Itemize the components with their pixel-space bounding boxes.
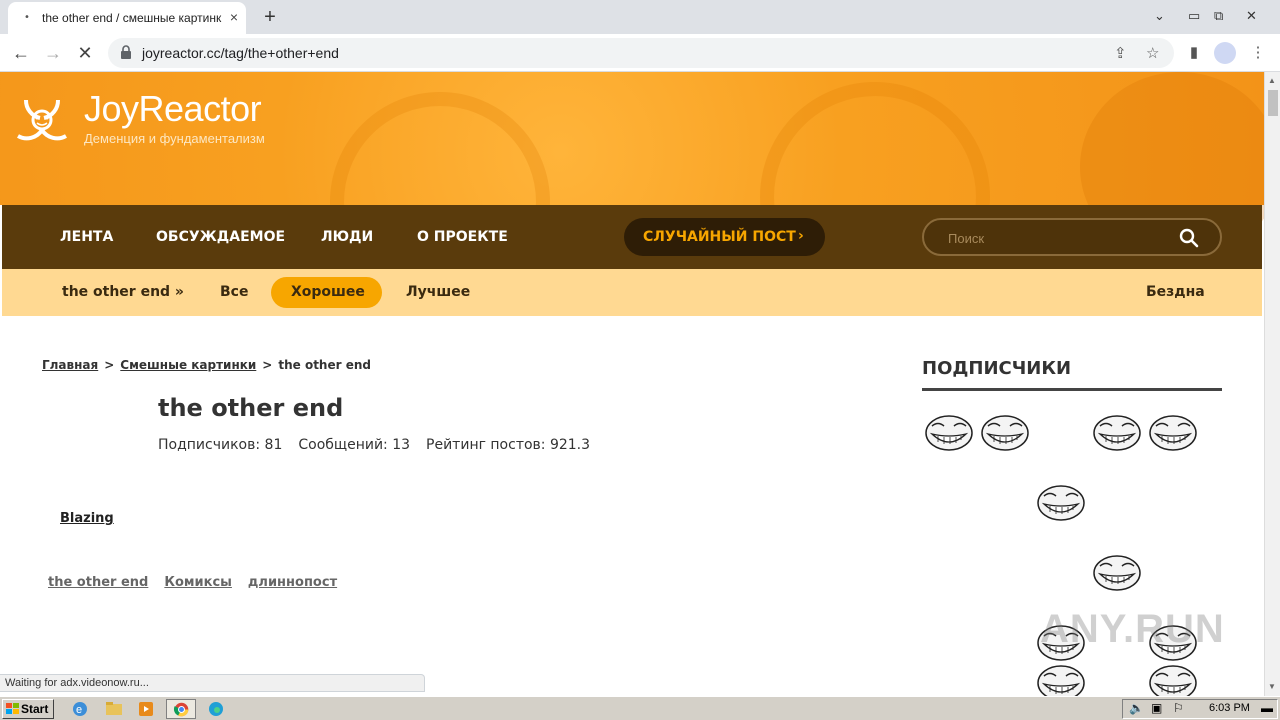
nav-people[interactable]: ЛЮДИ <box>321 229 373 245</box>
browser-tabstrip: • the other end / смешные картинки × + ⌄… <box>0 0 1280 34</box>
nav-discussed[interactable]: ОБСУЖДАЕМОЕ <box>156 229 285 245</box>
subscribers-count: Подписчиков: 81 <box>158 437 283 453</box>
trollface-icon[interactable] <box>1036 662 1086 696</box>
nav-about[interactable]: О ПРОЕКТЕ <box>417 229 508 245</box>
url-text: joyreactor.cc/tag/the+other+end <box>142 45 339 61</box>
trollface-icon[interactable] <box>1036 482 1086 522</box>
trollface-icon[interactable] <box>1148 412 1198 452</box>
scroll-up-arrow-icon[interactable]: ▲ <box>1268 76 1276 85</box>
trollface-icon[interactable] <box>1092 552 1142 592</box>
heading-divider <box>922 388 1222 391</box>
side-panel-icon[interactable]: ▮ <box>1184 43 1204 63</box>
site-header: JoyReactor Деменция и фундаментализм <box>0 72 1264 312</box>
scroll-down-arrow-icon[interactable]: ▼ <box>1268 682 1276 691</box>
tag-link[interactable]: длиннопост <box>248 575 337 590</box>
new-tab-button[interactable]: + <box>258 5 282 29</box>
profile-avatar-icon[interactable] <box>1214 42 1236 64</box>
breadcrumb-home[interactable]: Главная <box>42 358 98 372</box>
edge-icon[interactable] <box>204 699 228 719</box>
explorer-folder-icon[interactable] <box>102 699 126 719</box>
chevron-right-icon: › <box>798 228 804 244</box>
subnav-all[interactable]: Все <box>220 284 248 300</box>
biohazard-smile-logo-icon[interactable] <box>6 86 78 154</box>
volume-icon[interactable]: 🔈 <box>1129 701 1144 715</box>
subnav-abyss[interactable]: Бездна <box>1146 284 1205 300</box>
tag-stats: Подписчиков: 81 Сообщений: 13 Рейтинг пост… <box>158 437 606 453</box>
start-button[interactable]: Start <box>2 699 54 719</box>
breadcrumb-current: the other end <box>278 358 371 372</box>
tab-title: the other end / смешные картинки <box>42 11 222 25</box>
breadcrumb: Главная > Смешные картинки > the other end <box>42 358 371 372</box>
windows-flag-icon <box>6 703 19 714</box>
sub-nav: the other end » Все Хорошее Лучшее Бездн… <box>2 269 1262 316</box>
trollface-icon[interactable] <box>924 412 974 452</box>
chrome-taskbar-button[interactable] <box>166 699 196 719</box>
stop-loading-icon[interactable]: ✕ <box>74 42 96 64</box>
subnav-good[interactable]: Хорошее <box>291 284 365 300</box>
search-input[interactable] <box>948 229 1168 247</box>
trollface-icon[interactable] <box>1092 412 1142 452</box>
system-tray: 🔈 ▣ ⚐ 6:03 PM ▬ <box>1122 699 1278 719</box>
breadcrumb-separator: > <box>262 358 273 372</box>
media-player-icon[interactable] <box>134 699 158 719</box>
main-nav: ЛЕНТА ОБСУЖДАЕМОЕ ЛЮДИ О ПРОЕКТЕ СЛУЧАЙН… <box>2 205 1262 269</box>
forward-arrow-icon[interactable]: → <box>42 42 64 64</box>
action-center-flag-icon[interactable]: ⚐ <box>1173 701 1184 715</box>
show-desktop-icon[interactable]: ▬ <box>1261 701 1273 715</box>
ie-icon[interactable]: e <box>68 699 92 719</box>
subscribers-heading: ПОДПИСЧИКИ <box>922 358 1072 379</box>
posts-rating: Рейтинг постов: 921.3 <box>426 437 591 453</box>
tab-search-chevron-icon[interactable]: ⌄ <box>1154 8 1165 24</box>
clock: 6:03 PM <box>1209 702 1250 714</box>
site-tagline: Деменция и фундаментализм <box>84 131 265 146</box>
subnav-tag-link[interactable]: the other end » <box>62 284 184 300</box>
scrollbar-thumb[interactable] <box>1268 90 1278 116</box>
minimize-icon[interactable]: ▭ <box>1188 8 1200 24</box>
menu-kebab-icon[interactable]: ⋮ <box>1248 43 1268 63</box>
subnav-best[interactable]: Лучшее <box>406 284 470 300</box>
page-viewport: JoyReactor Деменция и фундаментализм ЛЕН… <box>0 72 1264 696</box>
anyrun-watermark: ANY.RUN <box>1040 607 1225 651</box>
blazing-link[interactable]: Blazing <box>60 511 114 526</box>
window-close-icon[interactable]: ✕ <box>1246 8 1257 24</box>
random-post-button[interactable]: СЛУЧАЙНЫЙ ПОСТ › <box>624 218 825 256</box>
breadcrumb-separator: > <box>104 358 115 372</box>
tab-favicon-icon: • <box>24 12 30 23</box>
share-icon[interactable]: ⇪ <box>1114 44 1127 62</box>
breadcrumb-section[interactable]: Смешные картинки <box>120 358 256 372</box>
post-tags: the other end Комиксы длиннопост <box>48 575 353 590</box>
taskbar: Start e 🔈 ▣ ⚐ 6:03 PM ▬ <box>0 696 1280 720</box>
bookmark-star-icon[interactable]: ☆ <box>1146 44 1159 62</box>
start-label: Start <box>21 702 49 716</box>
restore-icon[interactable]: ⧉ <box>1214 8 1223 24</box>
address-bar[interactable]: joyreactor.cc/tag/the+other+end ⇪ ☆ <box>108 38 1174 68</box>
tag-link[interactable]: Комиксы <box>164 575 232 590</box>
posts-count: Сообщений: 13 <box>298 437 411 453</box>
page-title: the other end <box>158 394 344 422</box>
back-arrow-icon[interactable]: ← <box>10 42 32 64</box>
tag-link[interactable]: the other end <box>48 575 148 590</box>
random-post-label: СЛУЧАЙНЫЙ ПОСТ <box>643 229 796 245</box>
browser-toolbar: ← → ✕ joyreactor.cc/tag/the+other+end ⇪ … <box>0 34 1280 72</box>
site-logo-text[interactable]: JoyReactor <box>84 88 262 130</box>
browser-tab[interactable]: • the other end / смешные картинки × <box>8 2 246 34</box>
network-icon[interactable]: ▣ <box>1151 701 1162 715</box>
search-icon[interactable] <box>1178 227 1200 249</box>
trollface-icon[interactable] <box>1148 662 1198 696</box>
svg-text:e: e <box>76 704 82 716</box>
trollface-icon[interactable] <box>980 412 1030 452</box>
tab-close-icon[interactable]: × <box>226 9 242 25</box>
nav-feed[interactable]: ЛЕНТА <box>60 229 113 245</box>
vertical-scrollbar[interactable]: ▲ ▼ <box>1264 72 1280 696</box>
status-bar: Waiting for adx.videonow.ru... <box>0 674 425 692</box>
search-box <box>922 218 1222 256</box>
lock-icon <box>121 45 131 59</box>
chrome-icon <box>173 702 189 717</box>
